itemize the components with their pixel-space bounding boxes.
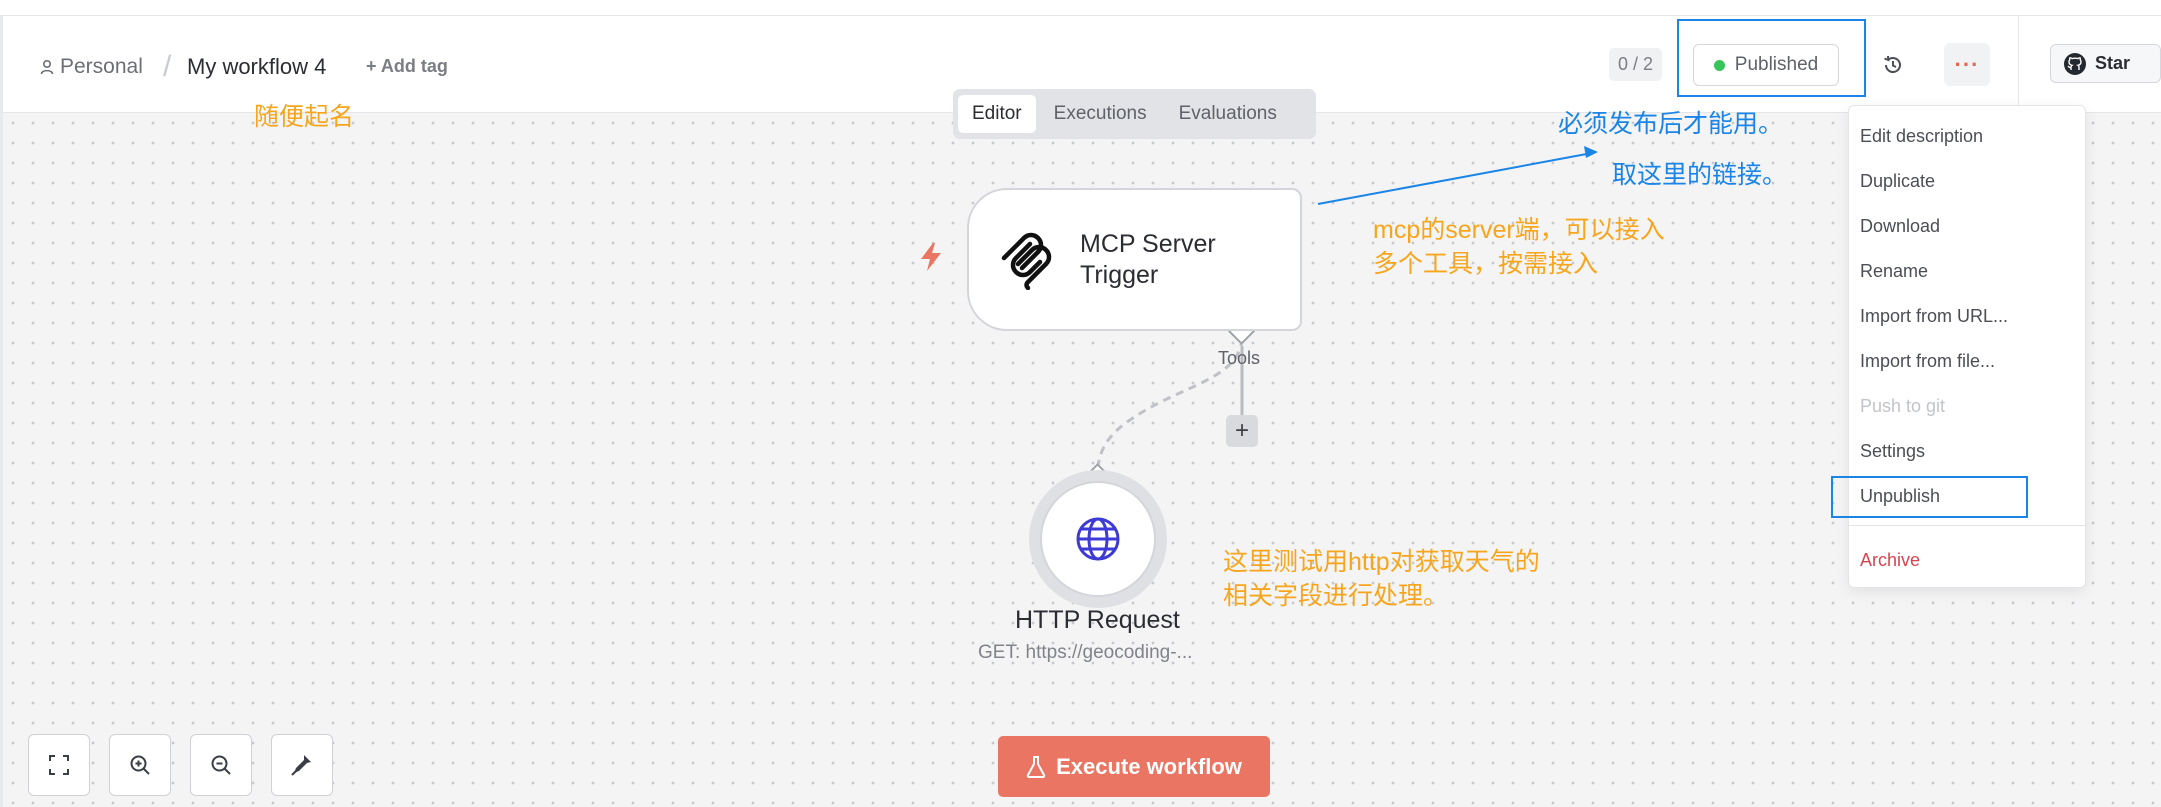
mcp-logo-icon — [998, 232, 1056, 291]
menu-item-push-to-git: Push to git — [1860, 396, 1946, 416]
menu-divider — [1849, 525, 2085, 526]
trigger-bolt-icon — [918, 242, 944, 272]
menu-item-duplicate[interactable]: Duplicate — [1860, 171, 1935, 192]
annotation-link-note: 取这里的链接。 — [1612, 161, 1788, 189]
annotation-http-line2: 相关字段进行处理。 — [1223, 582, 1449, 610]
menu-item-settings[interactable]: Settings — [1860, 441, 1925, 462]
annotation-mcp-note: mcp的server端，可以接入 多个工具，按需接入 — [1373, 213, 1665, 281]
add-tool-button[interactable]: + — [1226, 415, 1258, 447]
fit-view-icon — [49, 755, 69, 775]
menu-item-import-file[interactable]: Import from file... — [1860, 351, 1995, 372]
zoom-in-icon — [130, 755, 150, 775]
flask-icon — [1026, 755, 1046, 778]
mcp-node-title: MCP Server Trigger — [1080, 229, 1280, 291]
annotation-http-line1: 这里测试用http对获取天气的 — [1223, 548, 1540, 576]
menu-item-import-url[interactable]: Import from URL... — [1860, 306, 2008, 327]
menu-item-edit-description[interactable]: Edit description — [1860, 126, 1983, 147]
annotation-arrow — [1317, 152, 1593, 205]
mcp-title-line1: MCP Server — [1080, 230, 1216, 258]
zoom-out-icon — [211, 755, 231, 775]
menu-item-archive[interactable]: Archive — [1860, 550, 1920, 571]
annotation-mcp-line1: mcp的server端，可以接入 — [1373, 216, 1665, 244]
annotation-name-note: 随便起名 — [254, 103, 355, 131]
http-node-title: HTTP Request — [1015, 606, 1180, 634]
http-node-subtitle: GET: https://geocoding-... — [978, 642, 1193, 663]
tools-connector-label: Tools — [1218, 348, 1261, 368]
globe-icon — [1076, 517, 1120, 561]
annotation-box-unpublish — [1831, 476, 2028, 518]
http-request-node[interactable] — [1040, 481, 1156, 597]
menu-item-rename[interactable]: Rename — [1860, 261, 1928, 282]
annotation-publish-note: 必须发布后才能用。 — [1558, 110, 1784, 138]
menu-item-download[interactable]: Download — [1860, 216, 1940, 237]
tidy-up-button[interactable] — [271, 734, 333, 796]
execute-workflow-button[interactable]: Execute workflow — [998, 736, 1270, 797]
broom-icon — [291, 755, 311, 776]
zoom-in-button[interactable] — [109, 734, 171, 796]
mcp-title-line2: Trigger — [1080, 261, 1159, 289]
execute-label: Execute workflow — [1056, 753, 1242, 779]
fit-view-button[interactable] — [28, 734, 90, 796]
annotation-http-note: 这里测试用http对获取天气的 相关字段进行处理。 — [1223, 545, 1540, 613]
zoom-out-button[interactable] — [190, 734, 252, 796]
annotation-arrowhead — [1584, 146, 1598, 158]
annotation-mcp-line2: 多个工具，按需接入 — [1373, 250, 1599, 278]
